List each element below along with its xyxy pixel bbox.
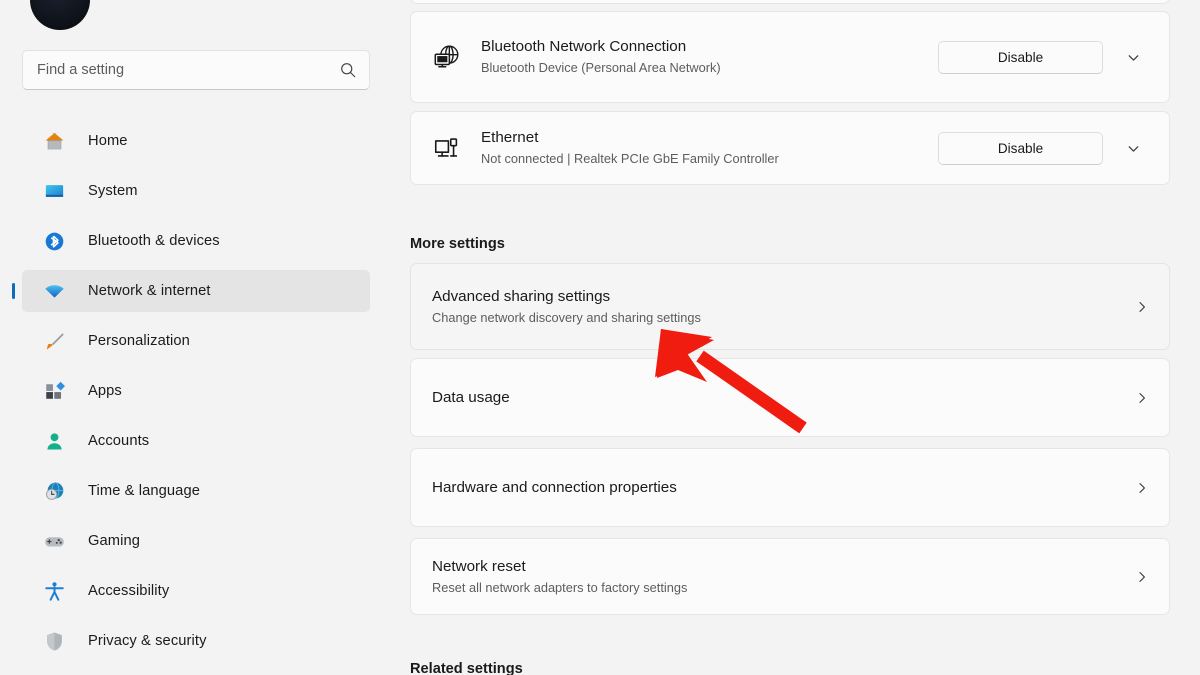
sidebar-item-bluetooth-devices[interactable]: Bluetooth & devices bbox=[22, 220, 370, 262]
sidebar-item-home[interactable]: Home bbox=[22, 120, 370, 162]
adapter-card-bluetooth[interactable]: Bluetooth Network Connection Bluetooth D… bbox=[410, 11, 1170, 103]
account-icon bbox=[42, 429, 66, 453]
adapter-row: Bluetooth Network Connection Bluetooth D… bbox=[411, 12, 1169, 102]
nav-row-text: Hardware and connection properties bbox=[432, 478, 1129, 498]
content-pane: Bluetooth Network Connection Bluetooth D… bbox=[400, 0, 1200, 675]
apps-icon bbox=[42, 379, 66, 403]
search-input[interactable] bbox=[37, 62, 339, 78]
more-settings-row-advanced-sharing[interactable]: Advanced sharing settings Change network… bbox=[410, 263, 1170, 350]
sidebar-item-label: Accounts bbox=[88, 433, 149, 449]
nav-row: Advanced sharing settings Change network… bbox=[411, 264, 1169, 349]
bluetooth-icon bbox=[42, 229, 66, 253]
more-settings-row-hardware-properties[interactable]: Hardware and connection properties bbox=[410, 448, 1170, 527]
settings-window: Home System bbox=[0, 0, 1200, 675]
nav-row-text: Data usage bbox=[432, 388, 1129, 408]
disable-button[interactable]: Disable bbox=[938, 41, 1103, 74]
adapter-title: Ethernet bbox=[481, 128, 938, 148]
shield-icon bbox=[42, 629, 66, 653]
sidebar-item-label: Home bbox=[88, 133, 128, 149]
sidebar: Home System bbox=[0, 0, 400, 675]
nav-row-title: Data usage bbox=[432, 388, 1129, 408]
nav-row-title: Advanced sharing settings bbox=[432, 287, 1129, 307]
sidebar-item-gaming[interactable]: Gaming bbox=[22, 520, 370, 562]
more-settings-heading: More settings bbox=[410, 236, 505, 252]
related-settings-heading: Related settings bbox=[410, 661, 523, 675]
sidebar-item-system[interactable]: System bbox=[22, 170, 370, 212]
avatar[interactable] bbox=[30, 0, 90, 30]
clock-globe-icon bbox=[42, 479, 66, 503]
more-settings-row-network-reset[interactable]: Network reset Reset all network adapters… bbox=[410, 538, 1170, 615]
chevron-down-icon[interactable] bbox=[1113, 37, 1153, 77]
adapter-subtitle: Not connected | Realtek PCIe GbE Family … bbox=[481, 150, 938, 168]
adapter-subtitle: Bluetooth Device (Personal Area Network) bbox=[481, 59, 938, 77]
sidebar-nav: Home System bbox=[22, 120, 370, 670]
sidebar-item-network-internet[interactable]: Network & internet bbox=[22, 270, 370, 312]
adapter-card-partial[interactable] bbox=[410, 0, 1170, 4]
sidebar-item-label: Bluetooth & devices bbox=[88, 233, 220, 249]
search-container bbox=[22, 50, 370, 90]
wifi-icon bbox=[42, 279, 66, 303]
sidebar-item-label: Time & language bbox=[88, 483, 200, 499]
nav-row-title: Hardware and connection properties bbox=[432, 478, 1129, 498]
sidebar-item-apps[interactable]: Apps bbox=[22, 370, 370, 412]
paintbrush-icon bbox=[42, 329, 66, 353]
nav-row-text: Advanced sharing settings Change network… bbox=[432, 287, 1129, 327]
chevron-right-icon bbox=[1129, 564, 1155, 590]
chevron-right-icon bbox=[1129, 385, 1155, 411]
nav-row-text: Network reset Reset all network adapters… bbox=[432, 557, 1129, 597]
adapter-text: Ethernet Not connected | Realtek PCIe Gb… bbox=[481, 128, 938, 168]
nav-row: Data usage bbox=[411, 359, 1169, 436]
gamepad-icon bbox=[42, 529, 66, 553]
home-icon bbox=[42, 129, 66, 153]
search-box[interactable] bbox=[22, 50, 370, 90]
adapter-row: Ethernet Not connected | Realtek PCIe Gb… bbox=[411, 112, 1169, 184]
sidebar-item-label: Apps bbox=[88, 383, 122, 399]
accessibility-icon bbox=[42, 579, 66, 603]
sidebar-item-privacy-security[interactable]: Privacy & security bbox=[22, 620, 370, 662]
sidebar-item-label: Privacy & security bbox=[88, 633, 207, 649]
sidebar-item-accounts[interactable]: Accounts bbox=[22, 420, 370, 462]
adapter-card-ethernet[interactable]: Ethernet Not connected | Realtek PCIe Gb… bbox=[410, 111, 1170, 185]
nav-row-title: Network reset bbox=[432, 557, 1129, 577]
more-settings-row-data-usage[interactable]: Data usage bbox=[410, 358, 1170, 437]
sidebar-item-label: Network & internet bbox=[88, 283, 211, 299]
sidebar-item-label: Accessibility bbox=[88, 583, 169, 599]
sidebar-item-label: Personalization bbox=[88, 333, 190, 349]
chevron-down-icon[interactable] bbox=[1113, 128, 1153, 168]
system-icon bbox=[42, 179, 66, 203]
nav-row-subtitle: Reset all network adapters to factory se… bbox=[432, 579, 1129, 597]
chevron-right-icon bbox=[1129, 475, 1155, 501]
nav-row: Network reset Reset all network adapters… bbox=[411, 539, 1169, 614]
ethernet-monitor-icon bbox=[431, 132, 463, 164]
sidebar-item-label: System bbox=[88, 183, 138, 199]
sidebar-item-label: Gaming bbox=[88, 533, 140, 549]
nav-row-subtitle: Change network discovery and sharing set… bbox=[432, 309, 1129, 327]
adapter-text: Bluetooth Network Connection Bluetooth D… bbox=[481, 37, 938, 77]
adapter-title: Bluetooth Network Connection bbox=[481, 37, 938, 57]
search-icon bbox=[339, 61, 357, 79]
nav-row: Hardware and connection properties bbox=[411, 449, 1169, 526]
globe-monitor-icon bbox=[431, 41, 463, 73]
disable-button[interactable]: Disable bbox=[938, 132, 1103, 165]
sidebar-item-time-language[interactable]: Time & language bbox=[22, 470, 370, 512]
sidebar-item-accessibility[interactable]: Accessibility bbox=[22, 570, 370, 612]
sidebar-item-personalization[interactable]: Personalization bbox=[22, 320, 370, 362]
chevron-right-icon bbox=[1129, 294, 1155, 320]
